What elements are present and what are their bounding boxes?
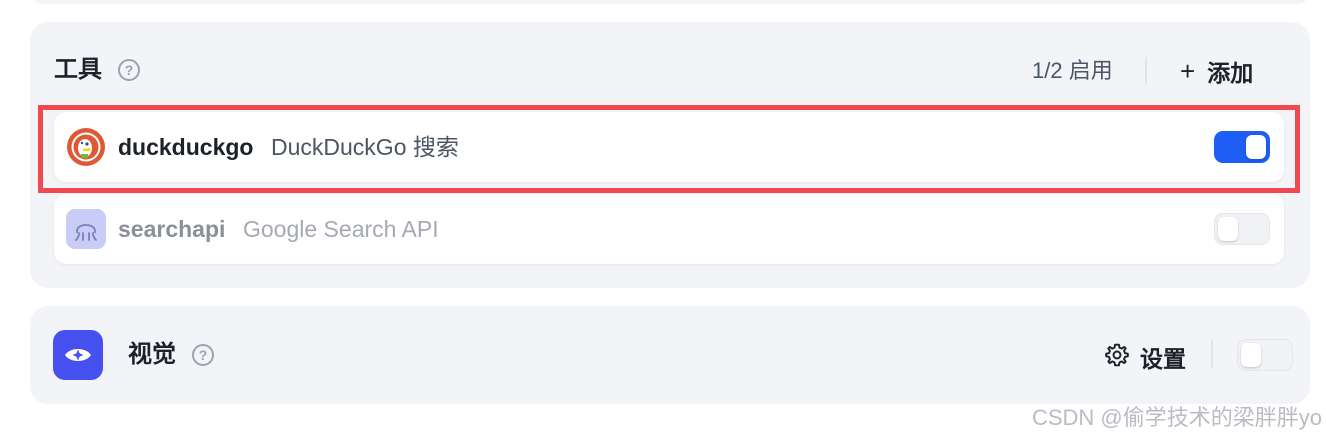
add-tool-button[interactable]: + 添加 [1180,54,1253,88]
previous-section-card [30,0,1310,4]
watermark: CSDN @偷学技术的梁胖胖yo [1031,405,1322,430]
vision-toggle[interactable] [1237,339,1293,371]
settings-label: 设置 [1140,346,1186,372]
vision-title: 视觉 [128,341,176,368]
toggle-knob [1218,217,1238,241]
tool-name: duckduckgo [118,134,254,160]
help-icon[interactable]: ? [192,344,214,366]
toggle-knob [1246,135,1266,159]
vision-settings-button[interactable]: 设置 [1104,340,1186,374]
gear-icon [1104,342,1130,373]
tool-name: searchapi [118,216,226,242]
vision-panel: 视觉 ? 设置 [30,306,1310,404]
header-divider [1145,57,1147,85]
searchapi-logo-icon [66,209,106,249]
tool-toggle-duckduckgo[interactable] [1214,131,1270,163]
tool-toggle-searchapi[interactable] [1214,213,1270,245]
help-icon[interactable]: ? [118,59,140,81]
tools-title: 工具 [54,56,102,83]
vision-divider [1211,340,1213,368]
tool-description: DuckDuckGo 搜索 [271,134,459,160]
add-tool-label: 添加 [1207,60,1254,86]
eye-icon [53,330,103,380]
duckduckgo-logo-icon [66,127,106,167]
toggle-knob [1241,343,1261,367]
tool-description: Google Search API [243,216,439,242]
plus-icon: + [1180,56,1196,86]
tool-row-searchapi[interactable]: searchapi Google Search API [54,194,1284,264]
tools-panel: 工具 ? 1/2 启用 + 添加 duckduckgo DuckDuckGo 搜… [30,22,1310,288]
tools-enabled-count: 1/2 启用 [1032,58,1113,83]
tool-row-duckduckgo[interactable]: duckduckgo DuckDuckGo 搜索 [54,112,1284,182]
